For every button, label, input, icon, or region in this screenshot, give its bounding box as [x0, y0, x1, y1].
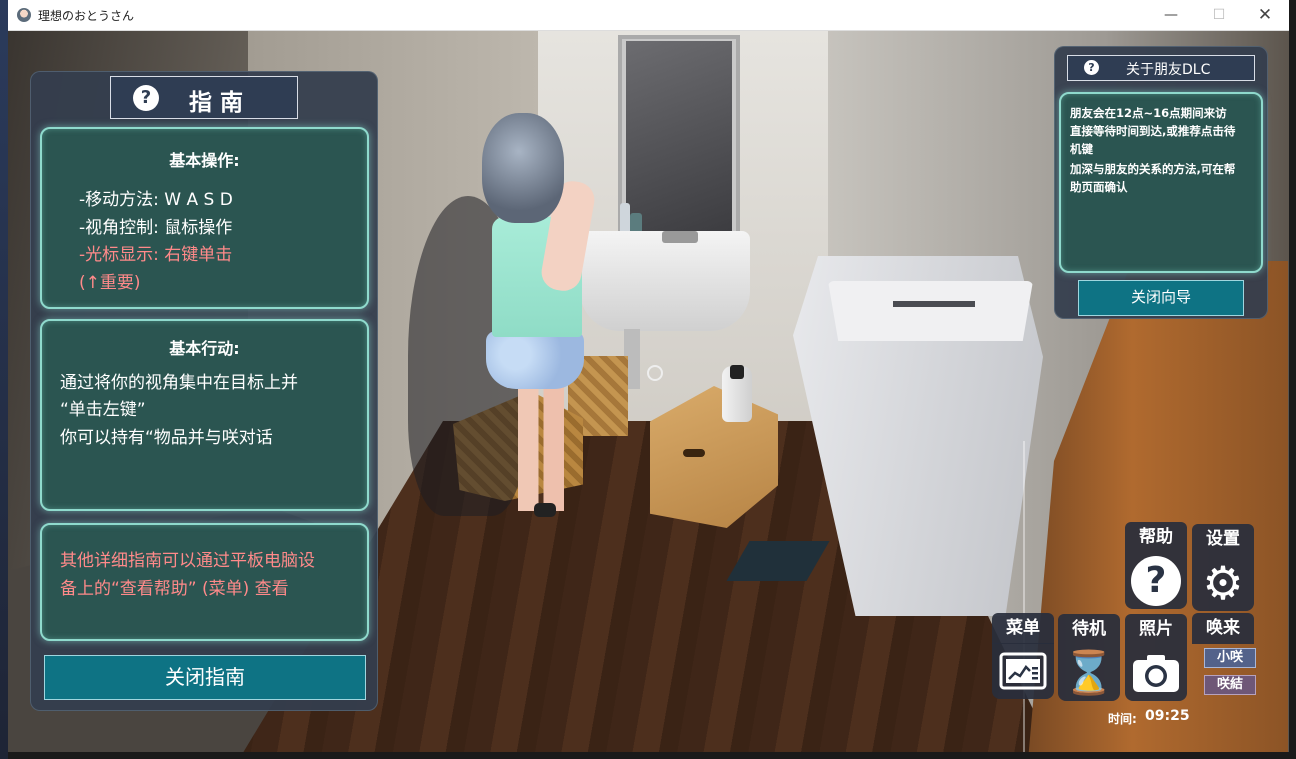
desktop-background-strip: [0, 0, 8, 759]
faucet: [662, 231, 698, 243]
guide-line-important: (↑重要): [79, 273, 141, 293]
title-bar: 理想のおとうさん — ☐ ✕: [8, 0, 1289, 31]
settings-button[interactable]: ⚙: [1192, 555, 1254, 611]
guide-header: ? 指南: [110, 76, 298, 119]
basic-actions-heading: 基本行动:: [169, 339, 240, 358]
character-head[interactable]: [482, 113, 564, 223]
basic-operations-heading: 基本操作:: [169, 151, 240, 170]
gear-icon: ⚙: [1202, 556, 1244, 610]
more-info-card: 其他详细指南可以通过平板电脑设 备上的“查看帮助” (菜单) 查看: [40, 523, 369, 641]
guide-line: -视角控制: 鼠标操作: [79, 218, 233, 238]
time-value: 09:25: [1145, 708, 1190, 724]
question-icon: ?: [1084, 60, 1099, 75]
maximize-button[interactable]: ☐: [1204, 4, 1234, 26]
guide-panel: ? 指南 基本操作: -移动方法: W A S D -视角控制: 鼠标操作 -光…: [30, 71, 378, 711]
time-label: 时间:: [1108, 712, 1137, 726]
question-icon: ?: [133, 85, 159, 111]
mirror: [626, 41, 732, 234]
help-label: 帮助: [1125, 522, 1187, 553]
camera-icon: [1133, 655, 1179, 692]
menu-button[interactable]: [992, 643, 1054, 699]
game-screen: 理想のおとうさん — ☐ ✕ ? 指南 基本操作: -移动方法: W A S D…: [0, 0, 1296, 759]
basic-actions-card: 基本行动: 通过将你的视角集中在目标上并 “单击左键” 你可以持有“物品并与咲对…: [40, 319, 369, 511]
help-icon: ?: [1131, 556, 1181, 606]
washing-machine-slot: [893, 301, 975, 307]
minimize-button[interactable]: —: [1156, 4, 1186, 26]
dlc-title: 关于朋友DLC: [1126, 62, 1211, 78]
window-title: 理想のおとうさん: [38, 9, 135, 23]
dlc-info-panel: ? 关于朋友DLC 朋友会在12点~16点期间来访 直接等待时间到达,或推荐点击…: [1054, 46, 1268, 319]
menu-label: 菜单: [992, 613, 1054, 644]
guide-line: “单击左键”: [60, 400, 146, 420]
basic-operations-card: 基本操作: -移动方法: W A S D -视角控制: 鼠标操作 -光标显示: …: [40, 127, 369, 309]
pump-head: [730, 365, 744, 379]
sink: [580, 231, 750, 331]
help-button[interactable]: ?: [1125, 553, 1187, 609]
settings-label: 设置: [1192, 524, 1254, 555]
call-option-1-button[interactable]: 小咲: [1204, 648, 1256, 668]
photo-button[interactable]: [1125, 645, 1187, 701]
dlc-line: 加深与朋友的关系的方法,可在帮: [1070, 162, 1236, 176]
photo-label: 照片: [1125, 614, 1187, 645]
game-window: 理想のおとうさん — ☐ ✕ ? 指南 基本操作: -移动方法: W A S D…: [8, 0, 1289, 752]
washing-machine-lid: [828, 281, 1033, 341]
divider-line: [1023, 441, 1025, 752]
close-guide-button[interactable]: 关闭指南: [44, 655, 366, 700]
guide-line-note: 备上的“查看帮助” (菜单) 查看: [60, 579, 289, 599]
guide-title: 指南: [189, 90, 251, 116]
guide-line-important: -光标显示: 右键单击: [79, 245, 233, 265]
dlc-header: ? 关于朋友DLC: [1067, 55, 1255, 81]
hourglass-icon: ⌛: [1062, 648, 1116, 697]
app-icon: [17, 8, 31, 22]
character-shoe: [534, 503, 556, 517]
wait-button[interactable]: ⌛: [1058, 645, 1120, 701]
guide-line: 通过将你的视角集中在目标上并: [60, 373, 298, 393]
close-wizard-button[interactable]: 关闭向导: [1078, 280, 1244, 316]
guide-line: 你可以持有“物品并与咲对话: [60, 428, 273, 448]
guide-line-note: 其他详细指南可以通过平板电脑设: [60, 551, 315, 571]
wait-label: 待机: [1058, 614, 1120, 645]
dlc-line: 朋友会在12点~16点期间来访: [1070, 106, 1227, 120]
dlc-line: 助页面确认: [1070, 180, 1128, 194]
dlc-line: 机键: [1070, 142, 1093, 156]
call-label: 唤来: [1192, 613, 1254, 644]
character-legs: [518, 386, 564, 511]
close-window-button[interactable]: ✕: [1250, 4, 1280, 26]
tablet-chart-icon: [999, 652, 1047, 690]
character-skirt: [486, 331, 584, 389]
dlc-line: 直接等待时间到达,或推荐点击待: [1070, 124, 1236, 138]
call-option-2-button[interactable]: 咲結: [1204, 675, 1256, 695]
crosshair-cursor-icon: [647, 365, 663, 381]
dlc-text-card: 朋友会在12点~16点期间来访 直接等待时间到达,或推荐点击待 机键 加深与朋友…: [1059, 92, 1263, 273]
guide-line: -移动方法: W A S D: [79, 190, 233, 210]
box-handle: [683, 449, 705, 457]
